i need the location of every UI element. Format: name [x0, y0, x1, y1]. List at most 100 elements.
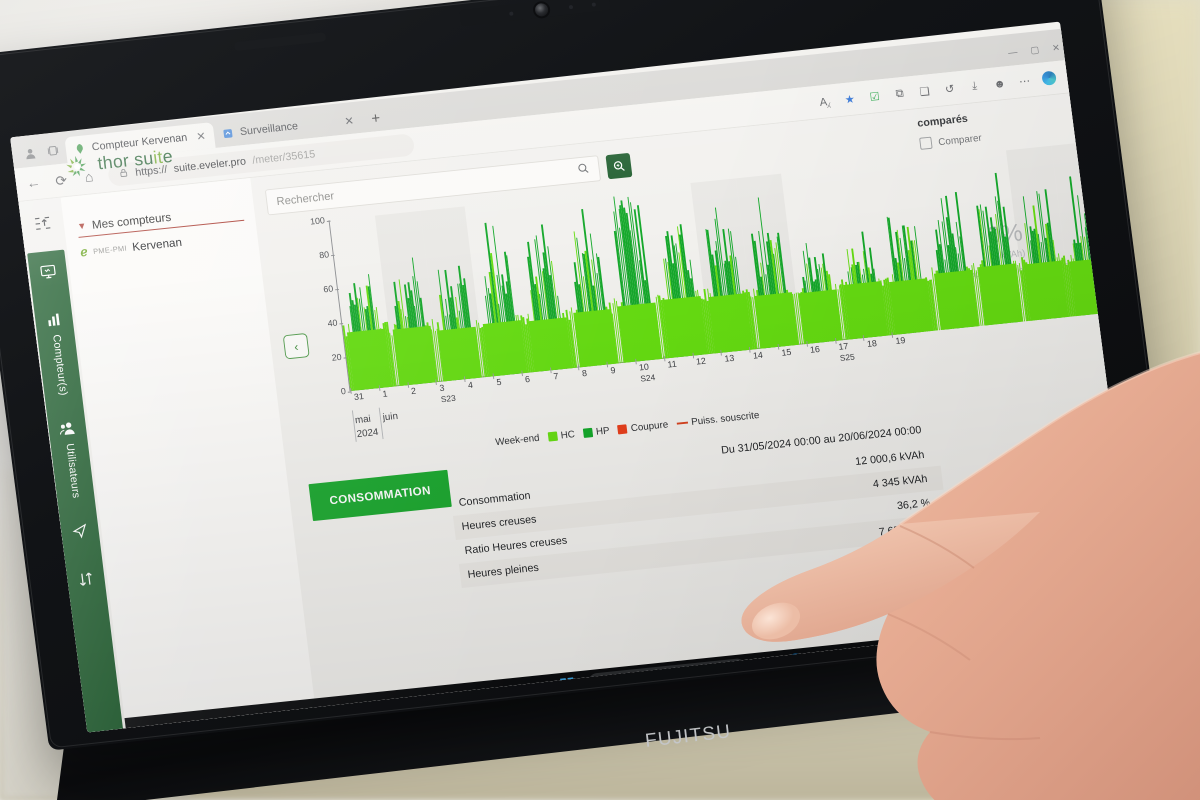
chart-bar: [1132, 164, 1138, 309]
chart-hc-base: [708, 293, 753, 354]
sidebar-item-utilisateurs[interactable]: Utilisateurs: [57, 419, 85, 500]
legend-line: [676, 421, 688, 425]
chart-hc-base: [933, 269, 979, 331]
profile-avatar-icon[interactable]: [18, 142, 41, 164]
microphone-dot: [591, 2, 596, 7]
chevron-down-icon[interactable]: ▼: [77, 221, 87, 232]
screen-content: Compteur Kervenan ✕ Surveillance ✕ + — ▢: [10, 28, 1138, 733]
y-axis-tick: 20: [331, 352, 343, 364]
legend-label: Puiss. souscrite: [690, 409, 760, 428]
read-aloud-icon[interactable]: A⁁: [816, 93, 833, 109]
chart-hc-base: [888, 277, 934, 335]
split-screen-icon[interactable]: ⧉: [891, 85, 908, 101]
key-inser[interactable]: Inséé: [1128, 749, 1159, 772]
key-f11[interactable]: F11: [1033, 760, 1064, 783]
edge-icon[interactable]: [787, 652, 805, 670]
y-axis-tick: 0: [340, 386, 347, 398]
downloads-icon[interactable]: ⤓: [966, 78, 983, 94]
chart-bar: [1109, 258, 1118, 312]
x-axis-day-label: 13: [720, 349, 752, 376]
copilot-icon[interactable]: [1041, 70, 1057, 86]
key-fin[interactable]: Fin: [1097, 753, 1127, 775]
taskbar-search-placeholder: Rechercher: [612, 669, 662, 685]
tab-collections-icon[interactable]: [42, 140, 65, 162]
back-arrow-icon[interactable]: ←: [24, 174, 43, 192]
chart-bar: [1117, 165, 1137, 310]
key-f10[interactable]: F10: [1001, 764, 1032, 786]
chart-bar: [1120, 182, 1138, 310]
legend-item: Puiss. souscrite: [676, 410, 760, 430]
tree-group-label: Mes compteurs: [91, 210, 172, 232]
legend-item: Week-end: [495, 432, 540, 448]
chart-hc-base: [798, 288, 844, 345]
sidebar-item-label: Compteur(s): [50, 333, 69, 397]
chart-bar: [1104, 261, 1113, 313]
legend-label: HC: [560, 428, 576, 442]
laptop: FUJITSU F10 F11 F12 Fin Inséé Suppr Comp…: [0, 0, 1200, 800]
x-axis-day-label: 8: [578, 364, 609, 391]
chart-bar: [1113, 253, 1123, 312]
main-content: thor suite Rechercher ‹ 0 20 40 60 80 10…: [66, 110, 1138, 719]
chart-bar: [1133, 196, 1138, 309]
legend-item: HP: [582, 425, 610, 439]
keyboard-function-keys[interactable]: F10 F11 F12 Fin Inséé Suppr: [996, 743, 1200, 800]
maximize-icon[interactable]: ▢: [1030, 45, 1040, 56]
minimize-icon[interactable]: —: [1008, 47, 1019, 58]
laptop-lid: Compteur Kervenan ✕ Surveillance ✕ + — ▢: [0, 0, 1183, 751]
search-placeholder: Rechercher: [275, 189, 335, 208]
checkbox-box[interactable]: [919, 136, 933, 150]
chart-plot-area: 0 20 40 60 80 100 31 1 2 3 S23 4 5 6 7 8 9 10 S24 11 12 13 14…: [293, 161, 1138, 466]
key-f12[interactable]: F12: [1065, 756, 1095, 779]
laptop-screen: Compteur Kervenan ✕ Surveillance ✕ + — ▢: [10, 21, 1138, 733]
y-axis-tick: 80: [318, 249, 330, 262]
settings-ellipsis-icon[interactable]: ⋯: [1016, 73, 1033, 89]
x-axis-day-label: 12: [692, 352, 723, 379]
windows-logo-icon[interactable]: [560, 677, 575, 692]
explorer-icon[interactable]: [763, 656, 778, 671]
sidebar-item-dashboard[interactable]: [38, 262, 59, 288]
new-tab-button[interactable]: +: [370, 110, 381, 128]
legend-swatch: [617, 424, 628, 435]
tab-title: Surveillance: [239, 120, 299, 138]
blue-doc-icon: [222, 127, 234, 139]
chart-hc-base: [482, 319, 528, 377]
chart-hc-base: [1114, 254, 1138, 312]
row-value: 7 655 kVAh: [878, 521, 934, 539]
close-icon[interactable]: ✕: [344, 114, 355, 128]
chart-bar: [1115, 192, 1132, 311]
x-axis-day-label: 5: [492, 373, 524, 399]
chart-bar: [1117, 186, 1135, 311]
close-icon[interactable]: ✕: [196, 129, 207, 143]
sidebar-item-transfer[interactable]: [76, 569, 97, 595]
chart-hc-base: [392, 325, 438, 387]
y-axis-tick: 40: [327, 318, 339, 330]
row-value: 12 000,6 kVAh: [854, 449, 926, 468]
chart-hc-base: [438, 326, 483, 382]
search-submit-button[interactable]: [605, 152, 633, 180]
legend-label: HP: [595, 425, 611, 438]
history-icon[interactable]: ↺: [941, 80, 958, 96]
row-value: 4 345 kVAh: [872, 473, 928, 491]
key-suppr[interactable]: Suppr: [1160, 746, 1191, 768]
chart-bar: [1126, 182, 1138, 310]
x-axis-day-label: 31: [350, 388, 381, 414]
chart-hc-base: [978, 263, 1024, 326]
check-green-icon[interactable]: ☑: [866, 88, 883, 104]
tree-item-badge: PME-PMI: [92, 243, 128, 256]
favorite-star-icon[interactable]: ★: [841, 91, 858, 107]
x-axis-day-label: 11: [663, 355, 695, 382]
chart-hc-base: [1023, 260, 1069, 321]
chart-prev-button[interactable]: ‹: [282, 332, 310, 360]
collections-icon[interactable]: ❏: [916, 83, 933, 99]
sidebar-item-compteurs[interactable]: Compteur(s): [44, 310, 73, 397]
close-window-icon[interactable]: ✕: [1052, 43, 1061, 54]
search-icon[interactable]: [576, 162, 590, 178]
chart-bar: [1126, 215, 1138, 310]
sidebar-item-send[interactable]: [70, 521, 91, 547]
consumption-badge-col: CONSOMMATION: [308, 469, 461, 602]
collapse-panel-icon[interactable]: [32, 214, 52, 238]
x-axis-day-label: 16: [806, 341, 837, 367]
profile-icon[interactable]: ☻: [991, 75, 1008, 91]
chart-bar: [1133, 229, 1138, 310]
meter-chart-icon: [44, 310, 65, 330]
